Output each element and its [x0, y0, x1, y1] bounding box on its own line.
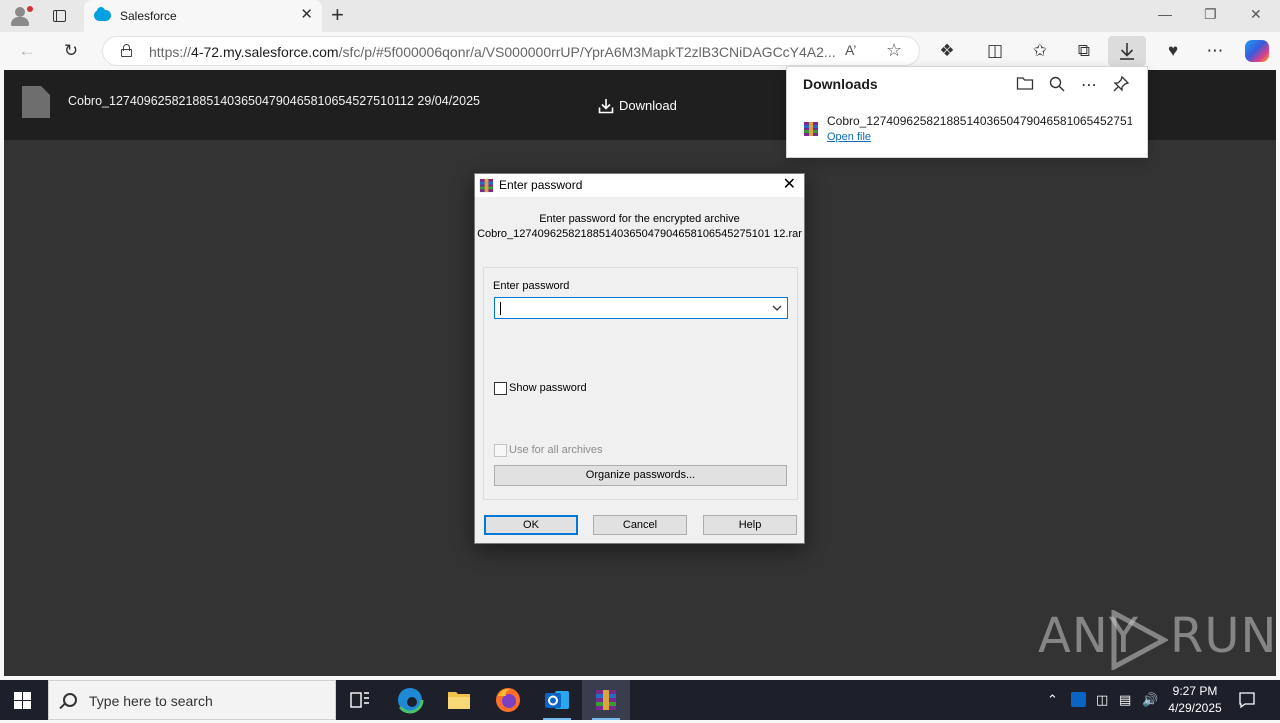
read-aloud-icon[interactable]: A’ — [845, 42, 856, 58]
enter-password-dialog: Enter password ✕ Enter password for the … — [474, 173, 805, 544]
tab-title: Salesforce — [120, 9, 177, 23]
outlook-icon[interactable] — [533, 680, 581, 720]
show-password-checkbox[interactable] — [494, 382, 507, 395]
favorite-star-icon[interactable]: ☆ — [886, 40, 902, 61]
clock-time: 9:27 PM — [1172, 684, 1218, 698]
winrar-file-icon — [804, 122, 818, 136]
refresh-icon[interactable]: ↻ — [60, 40, 82, 62]
more-icon[interactable]: ⋯ — [1204, 40, 1226, 62]
salesforce-cloud-icon — [94, 7, 111, 21]
winrar-icon — [479, 178, 494, 193]
extensions-icon[interactable]: ❖ — [936, 40, 958, 62]
downloads-flyout: Downloads ⋯ Cobro_1274096258218851403650… — [786, 66, 1148, 158]
browser-essentials-icon[interactable]: ♥ — [1162, 40, 1184, 62]
text-caret — [500, 302, 501, 315]
profile-avatar-icon[interactable] — [8, 4, 34, 28]
network-icon[interactable]: ▤ — [1119, 692, 1131, 708]
search-icon[interactable] — [1047, 75, 1067, 98]
open-folder-icon[interactable] — [1015, 75, 1035, 96]
tab-strip: Salesforce ✕ + — ❐ ✕ — [0, 0, 1280, 32]
chevron-down-icon[interactable] — [771, 302, 783, 314]
edge-icon[interactable] — [386, 680, 434, 720]
minimize-button[interactable]: — — [1158, 6, 1172, 22]
address-bar[interactable]: https://4-72.my.salesforce.com/sfc/p/#5f… — [102, 36, 920, 66]
help-button[interactable]: Help — [703, 515, 797, 535]
dialog-close-icon[interactable]: ✕ — [783, 176, 796, 194]
file-explorer-icon[interactable] — [435, 680, 483, 720]
back-icon[interactable]: ← — [16, 40, 38, 62]
new-tab-button[interactable]: + — [331, 4, 344, 26]
copilot-icon[interactable] — [1245, 40, 1269, 62]
search-icon — [63, 693, 77, 707]
download-arrow-icon — [598, 99, 614, 114]
search-placeholder: Type here to search — [89, 693, 213, 709]
split-screen-icon[interactable]: ◫ — [984, 40, 1006, 62]
clock-date: 4/29/2025 — [1168, 701, 1222, 715]
downloads-title: Downloads — [803, 76, 878, 92]
pin-icon[interactable] — [1111, 75, 1131, 98]
tab-actions-icon[interactable] — [48, 6, 72, 26]
notifications-icon[interactable] — [1238, 691, 1256, 709]
url-text[interactable]: https://4-72.my.salesforce.com/sfc/p/#5f… — [149, 44, 835, 60]
download-item-name[interactable]: Cobro_1274096258218851403650479046581065… — [827, 114, 1132, 128]
dialog-title: Enter password — [499, 178, 583, 192]
downloads-button[interactable] — [1108, 36, 1146, 66]
tab-salesforce[interactable]: Salesforce ✕ — [84, 0, 322, 32]
document-icon — [22, 86, 50, 118]
use-for-all-label: Use for all archives — [509, 444, 603, 456]
organize-passwords-button[interactable]: Organize passwords... — [494, 465, 787, 486]
restore-button[interactable]: ❐ — [1204, 6, 1217, 23]
download-label: Download — [619, 98, 677, 113]
show-hidden-icons-icon[interactable]: ⌃ — [1047, 692, 1058, 708]
collections-icon[interactable]: ⧉ — [1073, 40, 1095, 62]
browser-toolbar: ← ↻ https://4-72.my.salesforce.com/sfc/p… — [0, 32, 1280, 70]
password-input[interactable] — [494, 297, 788, 319]
enter-password-label: Enter password — [493, 280, 570, 292]
cancel-button[interactable]: Cancel — [593, 515, 687, 535]
downloads-icon — [1120, 43, 1134, 60]
file-name: Cobro_1274096258218851403650479046581065… — [68, 94, 480, 108]
winrar-taskbar-icon[interactable] — [582, 680, 630, 720]
lock-icon[interactable] — [121, 44, 132, 57]
play-logo-icon — [1111, 610, 1168, 670]
more-options-icon[interactable]: ⋯ — [1079, 75, 1099, 95]
archive-name: Cobro_1274096258218851403650479046581065… — [477, 228, 802, 240]
dialog-titlebar: Enter password ✕ — [475, 174, 804, 197]
message-line-1: Enter password for the encrypted archive — [539, 213, 740, 225]
favorites-icon[interactable]: ✩ — [1029, 40, 1051, 62]
volume-icon[interactable]: 🔊 — [1142, 692, 1158, 708]
use-for-all-checkbox — [494, 444, 507, 457]
taskbar: Type here to search ⌃ ◫ ▤ 🔊 9:27 PM 4/29… — [0, 680, 1280, 720]
outlook-tray-icon[interactable] — [1071, 692, 1086, 707]
open-file-link[interactable]: Open file — [827, 131, 871, 143]
firefox-icon[interactable] — [484, 680, 532, 720]
taskbar-search[interactable]: Type here to search — [48, 680, 336, 720]
system-clock[interactable]: 9:27 PM 4/29/2025 — [1160, 683, 1230, 717]
meet-now-icon[interactable]: ◫ — [1096, 692, 1108, 708]
ok-button[interactable]: OK — [484, 515, 578, 535]
dialog-message: Enter password for the encrypted archive… — [475, 212, 804, 242]
windows-start-icon[interactable] — [14, 692, 31, 709]
tab-close-icon[interactable]: ✕ — [300, 7, 313, 23]
task-view-icon[interactable] — [336, 680, 384, 720]
password-group: Enter password Show password Use for all… — [483, 267, 798, 500]
window-close-button[interactable]: ✕ — [1250, 6, 1262, 23]
show-password-label[interactable]: Show password — [509, 382, 587, 394]
